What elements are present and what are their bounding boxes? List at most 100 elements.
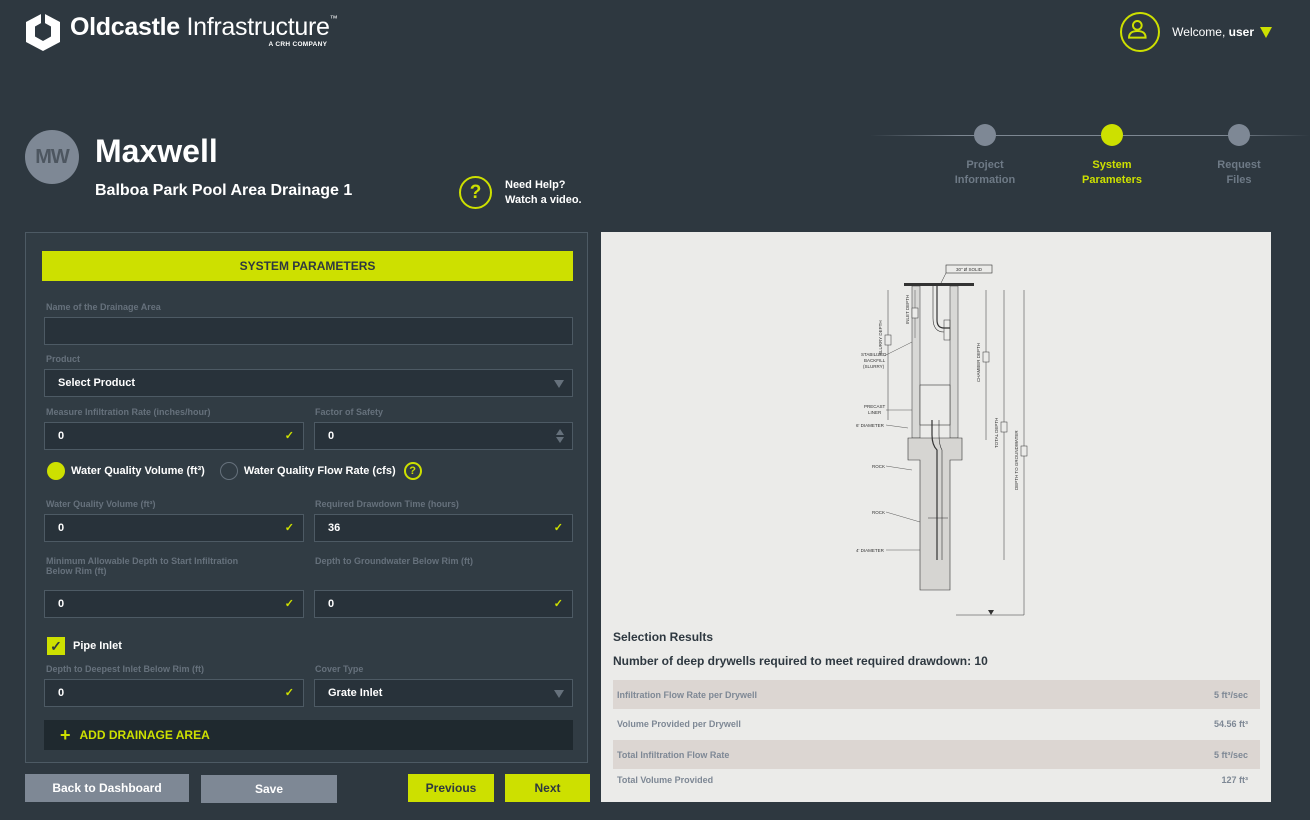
brand-name-light: Infrastructure <box>186 13 330 42</box>
user-avatar-icon[interactable] <box>1120 12 1161 52</box>
table-row: Infiltration Flow Rate per Drywell 5 ft³… <box>613 680 1260 709</box>
label-liner-1: PRECAST <box>864 404 886 409</box>
drainage-area-name-input[interactable] <box>44 317 573 345</box>
step-label: Project Information <box>935 158 1035 188</box>
groundwater-depth-input[interactable]: 0 ✓ <box>314 590 573 618</box>
pipe-inlet-label[interactable]: Pipe Inlet <box>73 640 122 652</box>
min-depth-input[interactable]: 0 ✓ <box>44 590 304 618</box>
cover-type-value: Grate Inlet <box>328 687 383 699</box>
row-label: Volume Provided per Drywell <box>617 718 741 729</box>
number-spinner-icon[interactable] <box>556 429 565 445</box>
project-subtitle: Balboa Park Pool Area Drainage 1 <box>95 182 353 199</box>
infiltration-rate-value: 0 <box>58 430 65 442</box>
welcome-text: Welcome, user <box>1172 25 1254 39</box>
label-groundwater: DEPTH TO GROUNDWATER <box>1014 430 1019 490</box>
question-icon[interactable]: ? <box>459 176 492 209</box>
factor-of-safety-value: 0 <box>328 430 335 442</box>
next-button[interactable]: Next <box>505 774 590 802</box>
dropdown-arrow-icon <box>554 690 564 698</box>
label-chamber-depth: CHAMBER DEPTH <box>976 343 981 382</box>
drywell-diagram: 30" Ø SOLID SLURRY DEPTH INLET DEPTH CHA… <box>856 264 1028 616</box>
label-dia4: 4' DIAMETER <box>856 548 885 553</box>
back-to-dashboard-button[interactable]: Back to Dashboard <box>25 774 189 802</box>
table-row: Volume Provided per Drywell 54.56 ft³ <box>613 709 1260 738</box>
brand-name-bold: Oldcastle <box>70 13 180 42</box>
pipe-inlet-checkbox[interactable]: ✓ <box>47 637 65 655</box>
radio-water-quality-volume[interactable] <box>47 462 65 480</box>
drawdown-time-label: Required Drawdown Time (hours) <box>315 499 459 509</box>
radio-volume-label[interactable]: Water Quality Volume (ft³) <box>71 465 205 477</box>
drawdown-time-value: 36 <box>328 522 341 534</box>
product-label: Product <box>46 354 81 364</box>
label-backfill-3: (SLURRY) <box>863 364 885 369</box>
user-menu[interactable]: Welcome, user <box>1120 12 1272 52</box>
min-depth-value: 0 <box>58 598 65 610</box>
label-dia6: 6' DIAMETER <box>856 423 885 428</box>
step-request-files[interactable]: Request Files <box>1189 124 1289 188</box>
step-project-information[interactable]: Project Information <box>935 124 1035 188</box>
min-depth-label-line2: Below Rim (ft) <box>46 566 107 576</box>
drywell-count-text: Number of deep drywells required to meet… <box>613 654 988 668</box>
username: user <box>1228 25 1254 39</box>
table-row: Total Volume Provided 127 ft³ <box>613 769 1260 791</box>
step-dot <box>974 124 996 146</box>
deepest-inlet-input[interactable]: 0 ✓ <box>44 679 304 707</box>
question-icon[interactable]: ? <box>403 462 422 480</box>
logo-hexagon-icon <box>26 13 60 51</box>
brand-logo[interactable]: Oldcastle Infrastructure™ A CRH COMPANY <box>24 12 338 52</box>
row-label: Total Volume Provided <box>617 775 714 785</box>
add-drainage-area-button[interactable]: + ADD DRAINAGE AREA <box>44 720 573 750</box>
save-button[interactable]: Save <box>201 775 337 803</box>
water-quality-volume-value: 0 <box>58 522 65 534</box>
project-avatar: MW <box>25 130 79 184</box>
step-label: Request Files <box>1189 158 1289 188</box>
cover-type-select[interactable]: Grate Inlet <box>314 679 573 707</box>
add-drainage-area-label: ADD DRAINAGE AREA <box>79 728 210 742</box>
product-select[interactable]: Select Product <box>44 369 573 397</box>
step-label-line1: Request <box>1217 159 1261 171</box>
label-backfill-2: BACKFILL <box>864 358 886 363</box>
results-table: Infiltration Flow Rate per Drywell 5 ft³… <box>613 680 1260 791</box>
checkmark-icon: ✓ <box>553 598 563 610</box>
step-label: System Parameters <box>1062 158 1162 188</box>
row-label: Infiltration Flow Rate per Drywell <box>617 689 758 700</box>
selection-results-title: Selection Results <box>613 630 714 644</box>
row-value: 5 ft³/sec <box>1213 749 1248 760</box>
pipe-inlet-row: ✓ Pipe Inlet <box>47 637 122 655</box>
step-label-line1: System <box>1092 159 1132 171</box>
factor-of-safety-input[interactable]: 0 <box>314 422 573 450</box>
min-depth-label-line1: Minimum Allowable Depth to Start Infiltr… <box>46 556 239 566</box>
radio-water-quality-flow-rate[interactable] <box>219 462 238 480</box>
help-text[interactable]: Need Help? Watch a video. <box>505 178 595 208</box>
system-parameters-panel: SYSTEM PARAMETERS Name of the Drainage A… <box>25 232 588 763</box>
results-panel: 30" Ø SOLID SLURRY DEPTH INLET DEPTH CHA… <box>601 232 1271 802</box>
help-line2: Watch a video. <box>505 193 582 206</box>
label-total-depth: TOTAL DEPTH <box>994 418 999 448</box>
label-rock1: ROCK <box>872 464 885 469</box>
welcome-prefix: Welcome, <box>1172 25 1229 39</box>
top-bar: Oldcastle Infrastructure™ A CRH COMPANY … <box>0 0 1310 78</box>
factor-of-safety-label: Factor of Safety <box>315 407 384 417</box>
label-solid: 30" Ø SOLID <box>956 267 983 272</box>
brand-trademark: ™ <box>329 14 338 24</box>
help-video-link[interactable]: ? Need Help? Watch a video. <box>459 176 595 209</box>
infiltration-rate-input[interactable]: 0 ✓ <box>44 422 304 450</box>
step-label-line2: Parameters <box>1082 174 1142 186</box>
row-value: 54.56 ft³ <box>1213 718 1248 729</box>
previous-button[interactable]: Previous <box>408 774 494 802</box>
drawdown-time-input[interactable]: 36 ✓ <box>314 514 573 542</box>
step-system-parameters[interactable]: System Parameters <box>1062 124 1162 188</box>
step-label-line1: Project <box>966 159 1004 171</box>
label-backfill-1: STABILIZED <box>861 352 887 357</box>
step-label-line2: Information <box>954 174 1016 186</box>
water-quality-volume-input[interactable]: 0 ✓ <box>44 514 304 542</box>
checkmark-icon: ✓ <box>284 598 294 610</box>
water-quality-radio-group: Water Quality Volume (ft³) Water Quality… <box>47 462 422 480</box>
checkmark-icon: ✓ <box>553 522 563 534</box>
label-slurry-depth: SLURRY DEPTH <box>878 320 883 355</box>
system-parameters-header: SYSTEM PARAMETERS <box>42 251 573 281</box>
radio-flow-label[interactable]: Water Quality Flow Rate (cfs) <box>244 465 396 477</box>
dropdown-arrow-icon <box>554 380 564 388</box>
user-menu-caret-icon[interactable] <box>1260 26 1272 38</box>
water-quality-volume-label: Water Quality Volume (ft³) <box>46 499 156 509</box>
